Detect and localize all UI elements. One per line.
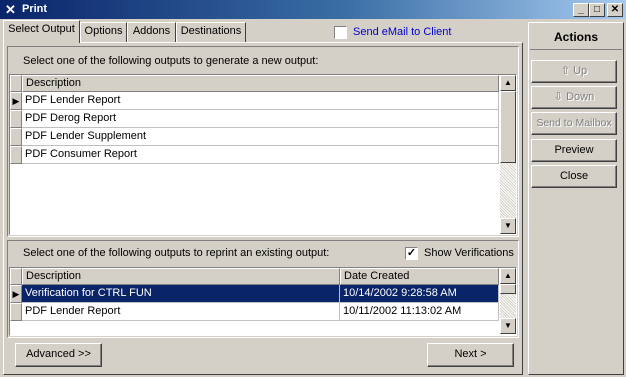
show-verifications-checkbox[interactable]: ✓ (405, 247, 418, 260)
maximize-icon[interactable]: □ (589, 3, 605, 17)
tab-addons[interactable]: Addons (127, 22, 176, 42)
send-to-mailbox-button[interactable]: Send to Mailbox (531, 112, 617, 135)
scroll-up-icon[interactable]: ▲ (500, 75, 516, 91)
tab-options[interactable]: Options (80, 22, 127, 42)
table-row-description[interactable]: PDF Lender Report (22, 303, 340, 321)
x-logo-icon: ✕ (5, 2, 16, 17)
row-selector-header (10, 75, 22, 92)
table-row[interactable]: PDF Lender Supplement (22, 128, 499, 146)
row-selector-header (10, 268, 22, 285)
send-email-checkbox[interactable] (334, 26, 347, 39)
scroll-thumb[interactable] (500, 284, 516, 294)
table-row-date[interactable]: 10/11/2002 11:13:02 AM (340, 303, 499, 321)
table-row[interactable]: PDF Lender Report (22, 92, 499, 110)
column-header-description[interactable]: Description (22, 268, 340, 285)
close-icon[interactable]: ✕ (607, 3, 623, 17)
close-button[interactable]: Close (531, 165, 617, 188)
show-verifications-label[interactable]: Show Verifications (424, 247, 514, 260)
column-header-description[interactable]: Description (22, 75, 499, 92)
scroll-down-icon[interactable]: ▼ (500, 218, 516, 234)
row-selector[interactable] (10, 128, 22, 146)
down-button[interactable]: ⇩ Down (531, 86, 617, 109)
row-selector[interactable] (10, 303, 22, 321)
arrow-down-icon: ⇩ (553, 91, 564, 103)
minimize-icon[interactable]: _ (573, 3, 589, 17)
next-button[interactable]: Next > (427, 343, 514, 367)
up-button-label: Up (573, 65, 588, 77)
table-row[interactable]: PDF Consumer Report (22, 146, 499, 164)
advanced-button[interactable]: Advanced >> (15, 343, 102, 367)
row-indicator-icon[interactable]: ▶ (10, 92, 22, 110)
actions-title: Actions (530, 24, 622, 50)
tab-destinations[interactable]: Destinations (176, 22, 246, 42)
send-email-label[interactable]: Send eMail to Client (353, 26, 451, 39)
scroll-down-icon[interactable]: ▼ (500, 318, 516, 334)
new-output-instruction: Select one of the following outputs to g… (23, 55, 319, 67)
title-bar[interactable]: ✕ Print _ □ ✕ (0, 0, 626, 19)
table-row[interactable]: PDF Derog Report (22, 110, 499, 128)
scroll-up-icon[interactable]: ▲ (500, 268, 516, 284)
down-button-label: Down (566, 91, 595, 103)
row-selector[interactable] (10, 146, 22, 164)
column-header-date-created[interactable]: Date Created (340, 268, 499, 285)
window-title: Print (22, 3, 48, 15)
table-row-date[interactable]: 10/14/2002 9:28:58 AM (340, 285, 499, 303)
tab-select-output[interactable]: Select Output (3, 20, 80, 43)
row-selector[interactable] (10, 110, 22, 128)
scroll-thumb[interactable] (500, 91, 516, 163)
preview-button[interactable]: Preview (531, 139, 617, 162)
up-button[interactable]: ⇧ Up (531, 60, 617, 83)
arrow-up-icon: ⇧ (560, 65, 571, 77)
row-indicator-icon[interactable]: ▶ (10, 285, 22, 303)
table-row-description[interactable]: Verification for CTRL FUN (22, 285, 340, 303)
existing-output-instruction: Select one of the following outputs to r… (23, 247, 330, 259)
